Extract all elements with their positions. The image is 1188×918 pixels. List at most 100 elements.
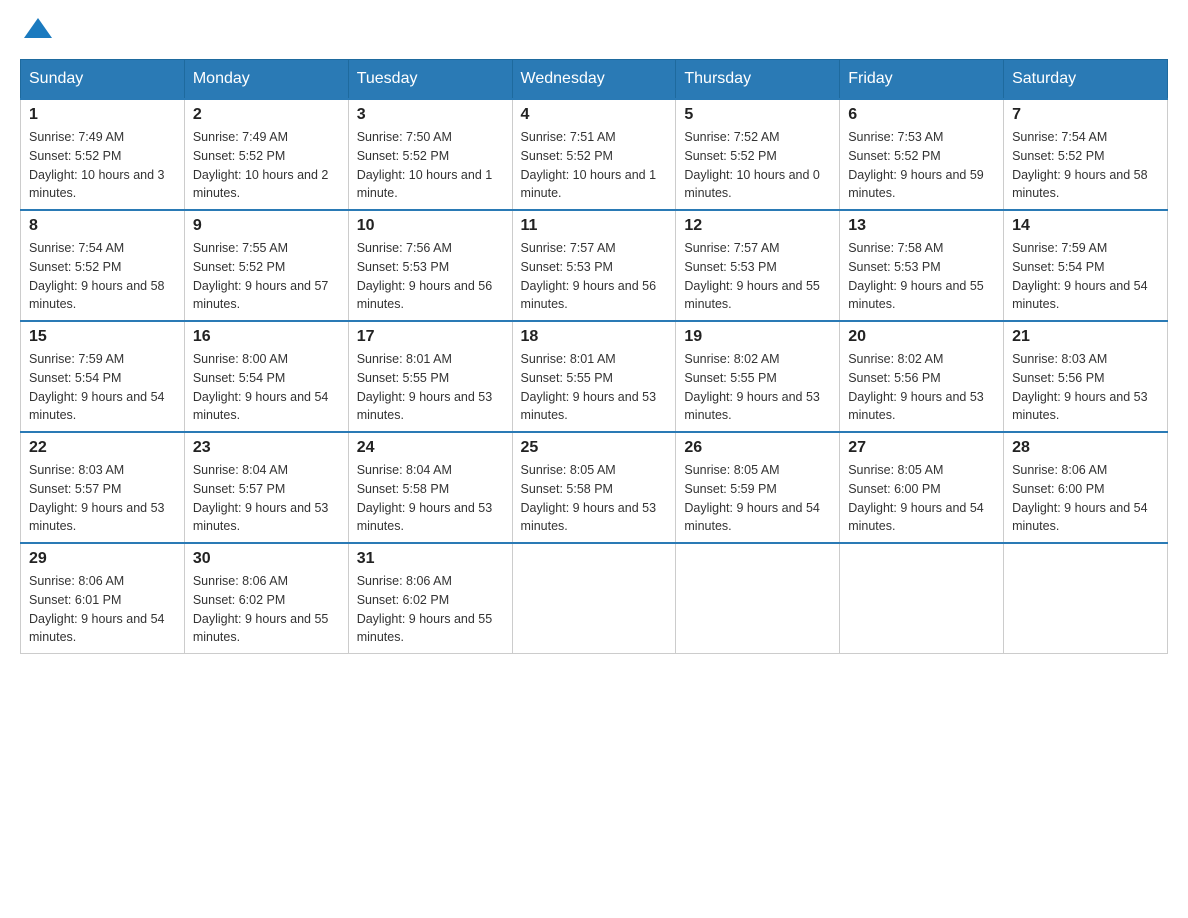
day-number: 19 xyxy=(684,328,831,346)
calendar-cell: 27 Sunrise: 8:05 AMSunset: 6:00 PMDayligh… xyxy=(840,432,1004,543)
week-row-1: 1 Sunrise: 7:49 AMSunset: 5:52 PMDaylight… xyxy=(21,99,1168,210)
day-number: 20 xyxy=(848,328,995,346)
page-header xyxy=(20,20,1168,39)
day-number: 12 xyxy=(684,217,831,235)
calendar-cell: 2 Sunrise: 7:49 AMSunset: 5:52 PMDaylight… xyxy=(184,99,348,210)
day-number: 30 xyxy=(193,550,340,568)
day-info: Sunrise: 8:02 AMSunset: 5:56 PMDaylight:… xyxy=(848,350,995,425)
day-info: Sunrise: 7:54 AMSunset: 5:52 PMDaylight:… xyxy=(1012,128,1159,203)
day-info: Sunrise: 7:56 AMSunset: 5:53 PMDaylight:… xyxy=(357,239,504,314)
day-number: 8 xyxy=(29,217,176,235)
weekday-header-thursday: Thursday xyxy=(676,60,840,100)
day-number: 1 xyxy=(29,106,176,124)
calendar-cell: 12 Sunrise: 7:57 AMSunset: 5:53 PMDayligh… xyxy=(676,210,840,321)
calendar-cell: 5 Sunrise: 7:52 AMSunset: 5:52 PMDaylight… xyxy=(676,99,840,210)
week-row-2: 8 Sunrise: 7:54 AMSunset: 5:52 PMDaylight… xyxy=(21,210,1168,321)
calendar-cell: 11Sunrise: 7:57 AMSunset: 5:53 PMDayligh… xyxy=(512,210,676,321)
day-info: Sunrise: 7:54 AMSunset: 5:52 PMDaylight:… xyxy=(29,239,176,314)
week-row-5: 29 Sunrise: 8:06 AMSunset: 6:01 PMDayligh… xyxy=(21,543,1168,654)
day-number: 25 xyxy=(521,439,668,457)
day-info: Sunrise: 8:06 AMSunset: 6:02 PMDaylight:… xyxy=(357,572,504,647)
day-number: 18 xyxy=(521,328,668,346)
calendar-cell: 28Sunrise: 8:06 AMSunset: 6:00 PMDayligh… xyxy=(1004,432,1168,543)
calendar-cell: 20 Sunrise: 8:02 AMSunset: 5:56 PMDayligh… xyxy=(840,321,1004,432)
calendar-cell: 4 Sunrise: 7:51 AMSunset: 5:52 PMDaylight… xyxy=(512,99,676,210)
day-number: 15 xyxy=(29,328,176,346)
day-info: Sunrise: 8:01 AMSunset: 5:55 PMDaylight:… xyxy=(357,350,504,425)
day-info: Sunrise: 7:59 AMSunset: 5:54 PMDaylight:… xyxy=(1012,239,1159,314)
weekday-header-sunday: Sunday xyxy=(21,60,185,100)
calendar-cell: 26Sunrise: 8:05 AMSunset: 5:59 PMDayligh… xyxy=(676,432,840,543)
calendar-cell: 15 Sunrise: 7:59 AMSunset: 5:54 PMDayligh… xyxy=(21,321,185,432)
day-info: Sunrise: 8:00 AMSunset: 5:54 PMDaylight:… xyxy=(193,350,340,425)
day-info: Sunrise: 7:51 AMSunset: 5:52 PMDaylight:… xyxy=(521,128,668,203)
day-number: 10 xyxy=(357,217,504,235)
day-info: Sunrise: 8:02 AMSunset: 5:55 PMDaylight:… xyxy=(684,350,831,425)
calendar-cell: 23 Sunrise: 8:04 AMSunset: 5:57 PMDayligh… xyxy=(184,432,348,543)
calendar-cell: 19 Sunrise: 8:02 AMSunset: 5:55 PMDayligh… xyxy=(676,321,840,432)
day-info: Sunrise: 8:05 AMSunset: 6:00 PMDaylight:… xyxy=(848,461,995,536)
day-number: 9 xyxy=(193,217,340,235)
day-info: Sunrise: 7:59 AMSunset: 5:54 PMDaylight:… xyxy=(29,350,176,425)
calendar-cell: 1 Sunrise: 7:49 AMSunset: 5:52 PMDaylight… xyxy=(21,99,185,210)
day-number: 5 xyxy=(684,106,831,124)
calendar-cell: 16Sunrise: 8:00 AMSunset: 5:54 PMDayligh… xyxy=(184,321,348,432)
calendar-cell xyxy=(1004,543,1168,654)
weekday-header-wednesday: Wednesday xyxy=(512,60,676,100)
logo xyxy=(20,20,52,39)
calendar-cell xyxy=(512,543,676,654)
day-number: 17 xyxy=(357,328,504,346)
calendar-cell: 29 Sunrise: 8:06 AMSunset: 6:01 PMDayligh… xyxy=(21,543,185,654)
calendar-cell: 18Sunrise: 8:01 AMSunset: 5:55 PMDayligh… xyxy=(512,321,676,432)
day-number: 11 xyxy=(521,217,668,235)
day-number: 6 xyxy=(848,106,995,124)
day-number: 31 xyxy=(357,550,504,568)
calendar-cell: 24 Sunrise: 8:04 AMSunset: 5:58 PMDayligh… xyxy=(348,432,512,543)
day-info: Sunrise: 8:03 AMSunset: 5:56 PMDaylight:… xyxy=(1012,350,1159,425)
day-info: Sunrise: 8:05 AMSunset: 5:58 PMDaylight:… xyxy=(521,461,668,536)
calendar-cell: 30Sunrise: 8:06 AMSunset: 6:02 PMDayligh… xyxy=(184,543,348,654)
calendar-cell: 21 Sunrise: 8:03 AMSunset: 5:56 PMDayligh… xyxy=(1004,321,1168,432)
calendar-cell xyxy=(676,543,840,654)
day-info: Sunrise: 7:52 AMSunset: 5:52 PMDaylight:… xyxy=(684,128,831,203)
day-number: 24 xyxy=(357,439,504,457)
day-info: Sunrise: 7:57 AMSunset: 5:53 PMDaylight:… xyxy=(684,239,831,314)
calendar-cell: 7 Sunrise: 7:54 AMSunset: 5:52 PMDaylight… xyxy=(1004,99,1168,210)
day-number: 22 xyxy=(29,439,176,457)
day-info: Sunrise: 7:55 AMSunset: 5:52 PMDaylight:… xyxy=(193,239,340,314)
calendar-cell: 25 Sunrise: 8:05 AMSunset: 5:58 PMDayligh… xyxy=(512,432,676,543)
week-row-3: 15 Sunrise: 7:59 AMSunset: 5:54 PMDayligh… xyxy=(21,321,1168,432)
calendar-cell: 10 Sunrise: 7:56 AMSunset: 5:53 PMDayligh… xyxy=(348,210,512,321)
day-info: Sunrise: 7:49 AMSunset: 5:52 PMDaylight:… xyxy=(29,128,176,203)
calendar-cell: 9 Sunrise: 7:55 AMSunset: 5:52 PMDaylight… xyxy=(184,210,348,321)
day-info: Sunrise: 7:49 AMSunset: 5:52 PMDaylight:… xyxy=(193,128,340,203)
day-number: 13 xyxy=(848,217,995,235)
weekday-header-friday: Friday xyxy=(840,60,1004,100)
day-info: Sunrise: 7:50 AMSunset: 5:52 PMDaylight:… xyxy=(357,128,504,203)
calendar-cell xyxy=(840,543,1004,654)
day-info: Sunrise: 8:06 AMSunset: 6:01 PMDaylight:… xyxy=(29,572,176,647)
weekday-header-monday: Monday xyxy=(184,60,348,100)
calendar-cell: 8 Sunrise: 7:54 AMSunset: 5:52 PMDaylight… xyxy=(21,210,185,321)
day-info: Sunrise: 8:04 AMSunset: 5:58 PMDaylight:… xyxy=(357,461,504,536)
day-info: Sunrise: 8:05 AMSunset: 5:59 PMDaylight:… xyxy=(684,461,831,536)
weekday-header-saturday: Saturday xyxy=(1004,60,1168,100)
day-number: 29 xyxy=(29,550,176,568)
day-info: Sunrise: 8:04 AMSunset: 5:57 PMDaylight:… xyxy=(193,461,340,536)
calendar-cell: 17 Sunrise: 8:01 AMSunset: 5:55 PMDayligh… xyxy=(348,321,512,432)
logo-arrow-icon xyxy=(24,18,52,42)
day-info: Sunrise: 7:53 AMSunset: 5:52 PMDaylight:… xyxy=(848,128,995,203)
calendar-cell: 22Sunrise: 8:03 AMSunset: 5:57 PMDayligh… xyxy=(21,432,185,543)
calendar-cell: 6 Sunrise: 7:53 AMSunset: 5:52 PMDaylight… xyxy=(840,99,1004,210)
calendar-cell: 13Sunrise: 7:58 AMSunset: 5:53 PMDayligh… xyxy=(840,210,1004,321)
calendar-cell: 14Sunrise: 7:59 AMSunset: 5:54 PMDayligh… xyxy=(1004,210,1168,321)
day-number: 2 xyxy=(193,106,340,124)
weekday-header-tuesday: Tuesday xyxy=(348,60,512,100)
day-number: 4 xyxy=(521,106,668,124)
calendar-table: SundayMondayTuesdayWednesdayThursdayFrid… xyxy=(20,59,1168,654)
day-number: 27 xyxy=(848,439,995,457)
day-number: 23 xyxy=(193,439,340,457)
day-number: 21 xyxy=(1012,328,1159,346)
day-number: 7 xyxy=(1012,106,1159,124)
day-number: 28 xyxy=(1012,439,1159,457)
